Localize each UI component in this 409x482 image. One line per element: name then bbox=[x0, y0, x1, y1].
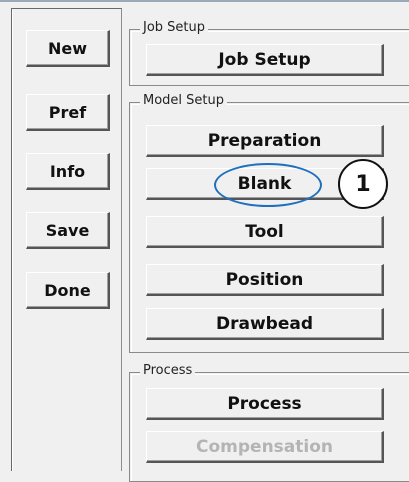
window-top-border bbox=[0, 0, 409, 2]
info-button[interactable]: Info bbox=[26, 153, 110, 190]
job-setup-button[interactable]: Job Setup bbox=[146, 44, 384, 76]
pref-button[interactable]: Pref bbox=[26, 94, 110, 131]
new-button[interactable]: New bbox=[26, 30, 110, 67]
process-group-label: Process bbox=[140, 364, 196, 378]
done-button[interactable]: Done bbox=[26, 272, 110, 309]
preparation-button[interactable]: Preparation bbox=[146, 125, 384, 157]
tool-button[interactable]: Tool bbox=[146, 216, 384, 248]
sidebar-panel: New Pref Info Save Done bbox=[11, 8, 122, 471]
drawbead-button[interactable]: Drawbead bbox=[146, 308, 384, 340]
save-button[interactable]: Save bbox=[26, 212, 110, 249]
job-setup-group-label: Job Setup bbox=[140, 21, 209, 35]
step-callout-badge: 1 bbox=[338, 159, 388, 209]
compensation-button: Compensation bbox=[146, 431, 384, 463]
process-button[interactable]: Process bbox=[146, 388, 384, 420]
model-setup-group-label: Model Setup bbox=[140, 94, 228, 108]
position-button[interactable]: Position bbox=[146, 264, 384, 296]
